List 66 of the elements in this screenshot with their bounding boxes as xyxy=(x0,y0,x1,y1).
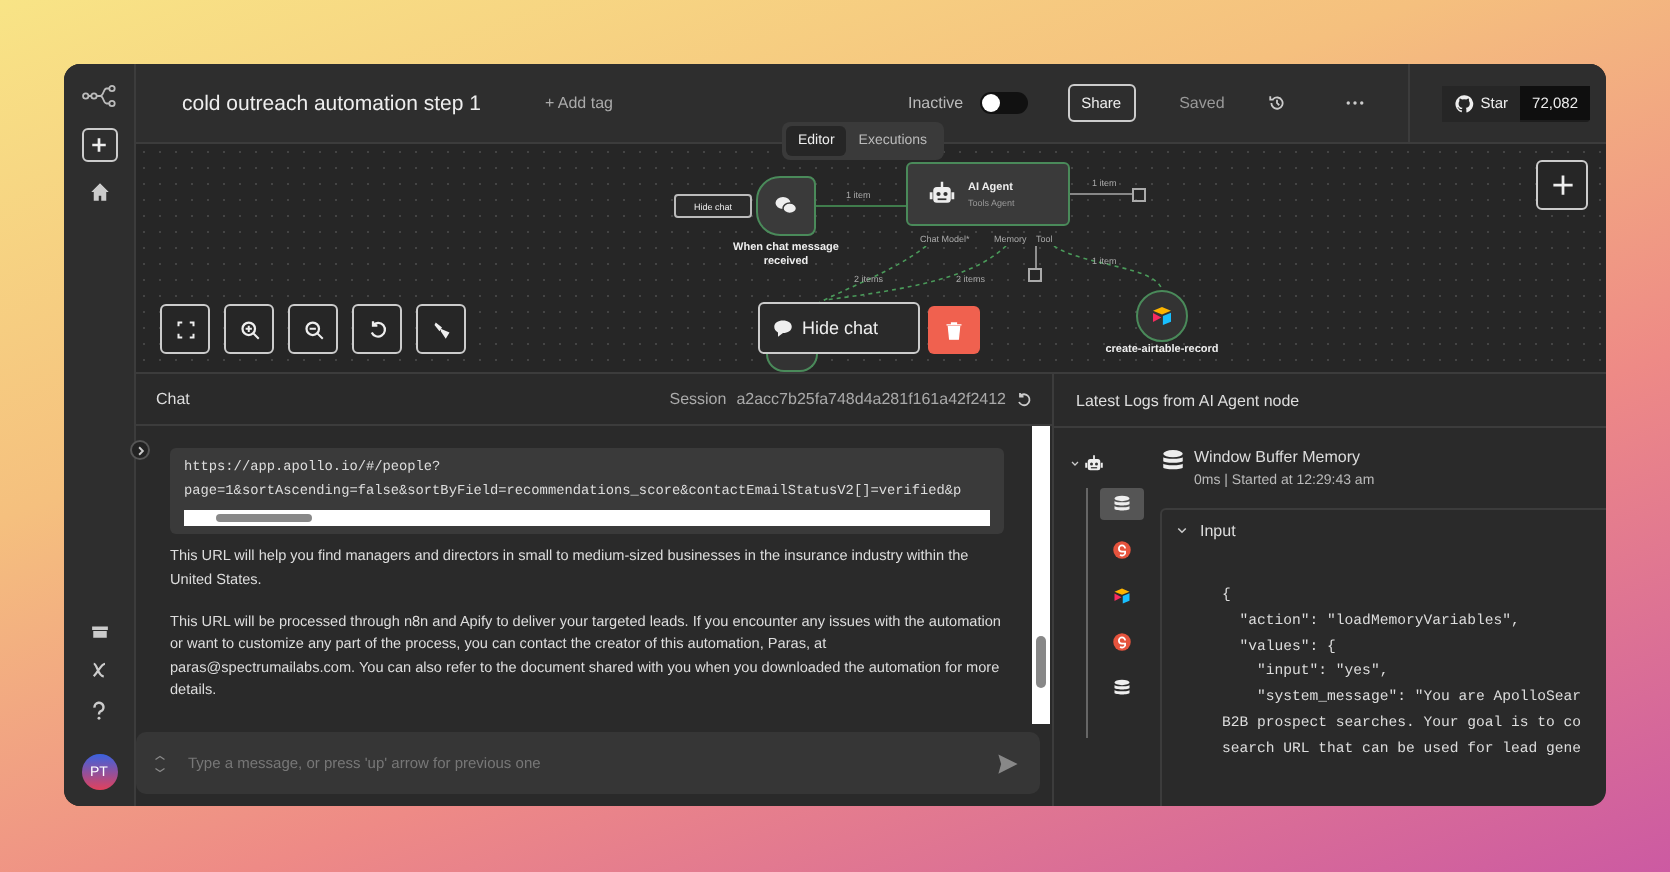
reset-zoom-button[interactable] xyxy=(352,304,402,354)
vertical-scrollbar[interactable] xyxy=(1032,426,1050,724)
trash-icon xyxy=(944,319,964,341)
tidy-up-button[interactable] xyxy=(416,304,466,354)
add-node-handle[interactable] xyxy=(1028,268,1042,282)
robot-icon xyxy=(1084,454,1104,474)
history-icon xyxy=(1268,94,1287,112)
chat-bubble-icon xyxy=(772,318,794,338)
undo-icon xyxy=(367,319,387,339)
zoom-in-icon xyxy=(239,319,259,339)
add-node-button[interactable] xyxy=(1536,160,1588,210)
node-name: Window Buffer Memory xyxy=(1194,448,1362,466)
delete-button[interactable] xyxy=(928,306,980,354)
airtable-node[interactable] xyxy=(1136,290,1188,342)
caret-icon xyxy=(1070,460,1080,468)
plus-icon xyxy=(90,136,108,154)
database-icon xyxy=(1160,448,1186,474)
colored-shapes-icon xyxy=(1150,304,1174,328)
active-toggle[interactable] xyxy=(979,92,1028,114)
tree-item[interactable] xyxy=(1100,488,1144,520)
fit-view-button[interactable] xyxy=(160,304,210,354)
connector-line xyxy=(1070,192,1132,196)
hide-chat-button[interactable]: Hide chat xyxy=(758,302,920,354)
memory-node[interactable] xyxy=(766,354,818,372)
fullscreen-icon xyxy=(175,319,195,339)
database-icon xyxy=(1112,678,1132,698)
send-icon xyxy=(996,752,1020,774)
home-icon xyxy=(89,182,109,202)
model-logo-icon xyxy=(1112,540,1132,560)
model-logo-icon xyxy=(1112,632,1132,652)
plus-icon xyxy=(1551,174,1573,196)
help-icon xyxy=(90,700,108,722)
saved-status: Saved xyxy=(1179,94,1225,112)
refresh-icon xyxy=(1016,391,1032,407)
workflow-logo-icon xyxy=(77,84,121,108)
add-button[interactable] xyxy=(81,128,117,162)
connector-line xyxy=(1052,246,1164,290)
broom-icon xyxy=(431,319,451,339)
variable-icon xyxy=(89,660,109,680)
more-icon xyxy=(1346,100,1365,106)
session-id: a2acc7b25fa748d4a281f161a42f2412 xyxy=(736,390,1006,408)
section-toggle[interactable]: Input xyxy=(1176,522,1236,540)
box-icon xyxy=(89,622,109,640)
colored-shapes-icon xyxy=(1112,586,1132,606)
add-node-handle[interactable] xyxy=(1132,188,1146,202)
chat-bubbles-icon xyxy=(772,194,800,218)
status-label: Inactive xyxy=(908,94,964,112)
chevron-right-icon xyxy=(135,445,145,455)
zoom-out-icon xyxy=(303,319,323,339)
zoom-out-button[interactable] xyxy=(288,304,338,354)
github-icon xyxy=(1454,93,1475,113)
robot-icon xyxy=(928,180,956,208)
chat-trigger-node[interactable] xyxy=(756,176,816,236)
caret-icon xyxy=(1176,526,1188,536)
up-down-arrows-icon xyxy=(154,751,166,775)
database-icon xyxy=(1112,494,1132,514)
horizontal-scrollbar[interactable] xyxy=(184,510,990,527)
logs-title: Latest Logs from AI Agent node xyxy=(1054,374,1606,428)
chat-title: Chat xyxy=(156,390,190,408)
workflow-title[interactable]: cold outreach automation step 1 xyxy=(182,91,481,115)
connector-line xyxy=(1034,246,1038,268)
expand-button[interactable] xyxy=(130,440,150,460)
add-tag-link[interactable]: + Add tag xyxy=(544,94,613,112)
connector-line xyxy=(816,204,906,208)
session-label: Session xyxy=(669,390,727,408)
zoom-in-button[interactable] xyxy=(224,304,274,354)
